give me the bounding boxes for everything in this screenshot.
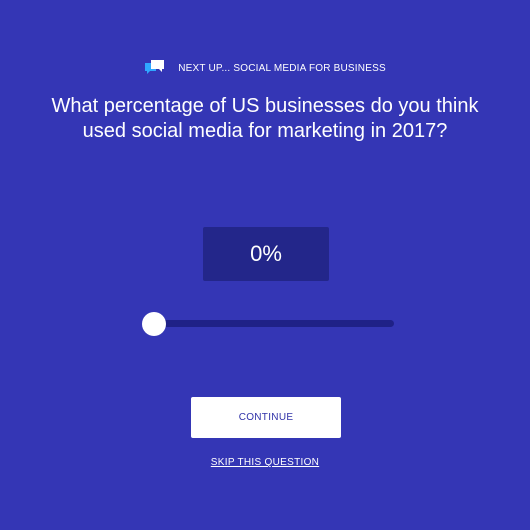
percentage-value-display: 0% <box>203 227 329 281</box>
skip-question-container: SKIP THIS QUESTION <box>0 457 530 468</box>
percentage-value: 0% <box>250 241 282 266</box>
percentage-slider-track[interactable] <box>144 320 394 327</box>
continue-button[interactable]: CONTINUE <box>191 397 341 438</box>
percentage-slider-thumb[interactable] <box>142 312 166 336</box>
next-up-label: NEXT UP... SOCIAL MEDIA FOR BUSINESS <box>178 62 386 74</box>
question-text: What percentage of US businesses do you … <box>51 95 479 142</box>
next-up-banner: NEXT UP... SOCIAL MEDIA FOR BUSINESS <box>0 58 530 78</box>
skip-question-link[interactable]: SKIP THIS QUESTION <box>211 457 319 468</box>
chat-bubbles-icon <box>144 58 166 78</box>
